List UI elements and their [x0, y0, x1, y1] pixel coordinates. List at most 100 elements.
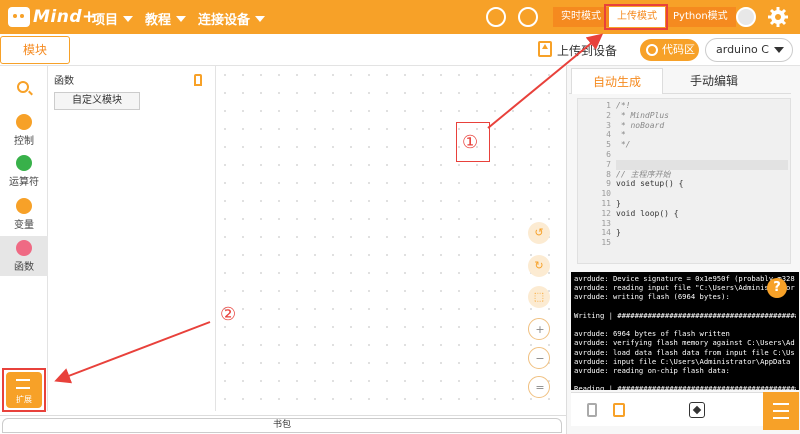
annotation-marker-2: ② [220, 304, 237, 325]
line-number: 2 [606, 110, 611, 120]
menu-connect-device-label: 连接设备 [198, 13, 251, 28]
block-flyout: 函数 自定义模块 [48, 66, 216, 411]
help-button[interactable]: ? [767, 278, 787, 298]
console-line: avrdude: reading on-chip flash data: [574, 365, 730, 375]
category-functions[interactable]: 函数 [0, 236, 48, 276]
dashboard-icon[interactable] [486, 7, 506, 27]
code-line: */ [616, 140, 631, 150]
zoom-reset-icon[interactable]: = [528, 376, 550, 398]
search-icon[interactable] [17, 81, 29, 93]
code-tabs: 自动生成 手动编辑 [569, 68, 791, 94]
console-line: avrdude: verifying flash memory against … [574, 338, 795, 348]
line-number: 4 [606, 130, 611, 140]
console-line: avrdude: load data flash data from input… [574, 347, 795, 357]
line-number: 7 [606, 159, 611, 169]
category-control[interactable]: 控制 [0, 112, 48, 148]
tab-auto-generate[interactable]: 自动生成 [571, 68, 663, 94]
edit-icon[interactable] [518, 7, 538, 27]
menu-tutorial[interactable]: 教程 [145, 9, 187, 28]
line-number: 14 [601, 228, 611, 238]
console-line: avrdude: writing flash (6964 bytes): [574, 292, 730, 302]
category-label: 控制 [14, 136, 34, 147]
code-lines: /*! * MindPlus * noBoard * */// 主程序开始 voi… [616, 101, 788, 248]
code-line: void setup() { [616, 179, 684, 189]
block-workspace[interactable] [216, 66, 562, 411]
undo-icon[interactable]: ↺ [528, 222, 550, 244]
upload-icon[interactable] [538, 41, 552, 57]
eye-icon [646, 44, 658, 56]
tab-manual-edit[interactable]: 手动编辑 [669, 68, 759, 94]
upload-to-device-button[interactable]: 上传到设备 [557, 42, 617, 59]
pin-icon[interactable] [194, 74, 202, 86]
console-line: avrdude: 6964 bytes of flash written [574, 329, 730, 339]
code-line: * noBoard [616, 120, 665, 130]
line-number: 12 [601, 208, 611, 218]
code-panel: 自动生成 手动编辑 1 2 3 4 5 6 7 8 9 10 11 12 13 14 15 /*! * Mi… [566, 66, 800, 434]
console-line: avrdude: Device signature = 0x1e950f (pr… [574, 274, 795, 283]
chevron-down-icon [123, 15, 134, 22]
toolbar: 模块 上传到设备 代码区 arduino C [0, 34, 800, 66]
annotation-marker-1: ① [462, 132, 479, 153]
mode-realtime[interactable]: 实时模式 [553, 7, 609, 27]
code-line: // 主程序开始 [616, 169, 671, 179]
menu-project[interactable]: 项目 [92, 9, 134, 28]
category-dot [16, 155, 32, 171]
usb-icon[interactable] [587, 403, 597, 417]
top-bar: Mind+ 项目 教程 连接设备 实时模式 上传模式 Python模式 [0, 0, 800, 34]
category-dot [16, 240, 32, 256]
line-number: 11 [601, 198, 611, 208]
mode-python[interactable]: Python模式 [665, 7, 736, 27]
tab-blocks[interactable]: 模块 [0, 36, 70, 64]
line-number: 6 [606, 149, 611, 159]
backpack-tab[interactable]: 书包 [2, 418, 562, 433]
board-select-value: arduino C [716, 43, 769, 56]
console-line: Reading | ##############################… [574, 384, 796, 390]
category-operators[interactable]: 运算符 [0, 153, 48, 189]
gear-icon[interactable] [768, 7, 788, 27]
console-line: avrdude: reading input file "C:\Users\Ad… [574, 283, 795, 293]
code-line [616, 159, 788, 170]
code-area-label: 代码区 [662, 43, 695, 56]
category-variables[interactable]: 变量 [0, 196, 48, 232]
clear-console-icon[interactable] [689, 402, 705, 418]
crop-icon[interactable]: ⬚ [528, 286, 550, 308]
code-line: } [616, 228, 621, 238]
avatar[interactable] [736, 7, 756, 27]
code-editor[interactable]: 1 2 3 4 5 6 7 8 9 10 11 12 13 14 15 /*! * MindPlus * n… [577, 98, 791, 264]
menu-connect-device[interactable]: 连接设备 [198, 9, 266, 28]
zoom-out-icon[interactable]: − [528, 347, 550, 369]
usb-disconnect-icon[interactable] [613, 403, 625, 417]
zoom-in-icon[interactable]: + [528, 318, 550, 340]
chevron-down-icon [255, 15, 266, 22]
line-number: 3 [606, 120, 611, 130]
category-label: 函数 [14, 262, 34, 273]
category-label: 运算符 [9, 177, 39, 188]
category-label: 变量 [14, 220, 34, 231]
code-line: * MindPlus [616, 110, 669, 120]
category-dot [16, 198, 32, 214]
line-number: 9 [606, 179, 611, 189]
line-number: 10 [601, 189, 611, 199]
backpack-bar: 书包 [0, 415, 566, 434]
line-number: 15 [601, 238, 611, 248]
redo-icon[interactable]: ↻ [528, 255, 550, 277]
logo: Mind+ [8, 6, 97, 28]
board-select[interactable]: arduino C [705, 38, 793, 62]
line-number: 13 [601, 218, 611, 228]
annotation-highlight-upload-mode [604, 4, 668, 30]
logo-text: Mind+ [33, 7, 97, 27]
chevron-down-icon [774, 47, 784, 53]
category-dot [16, 114, 32, 130]
menu-icon[interactable] [763, 392, 799, 430]
code-area-button[interactable]: 代码区 [640, 39, 699, 61]
custom-block-button[interactable]: 自定义模块 [54, 92, 140, 110]
menu-tutorial-label: 教程 [145, 13, 172, 28]
console-line: avrdude: input file C:\Users\Administrat… [574, 356, 791, 366]
console-footer [571, 392, 765, 426]
